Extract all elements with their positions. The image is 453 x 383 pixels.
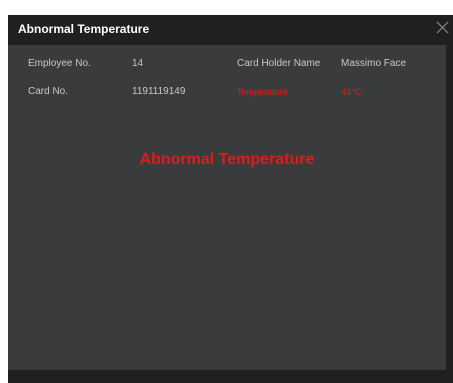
card-holder-value: Massimo Face: [341, 58, 407, 69]
dialog-titlebar: Abnormal Temperature: [8, 15, 453, 45]
card-no-label: Card No.: [28, 86, 69, 97]
dialog-title: Abnormal Temperature: [18, 22, 150, 36]
temperature-label: Temperature: [237, 87, 288, 97]
temperature-value: 44°C: [341, 87, 362, 97]
details-panel: Employee No. 14 Card Holder Name Massimo…: [8, 45, 446, 370]
employee-no-value: 14: [132, 58, 144, 69]
abnormal-temperature-dialog: Abnormal Temperature Employee No. 14 Car…: [8, 15, 453, 383]
card-holder-label: Card Holder Name: [237, 58, 321, 69]
employee-no-label: Employee No.: [28, 58, 91, 69]
close-icon[interactable]: [433, 18, 453, 38]
abnormal-temperature-alert: Abnormal Temperature: [139, 151, 315, 168]
card-no-value: 1191119149: [132, 86, 186, 97]
